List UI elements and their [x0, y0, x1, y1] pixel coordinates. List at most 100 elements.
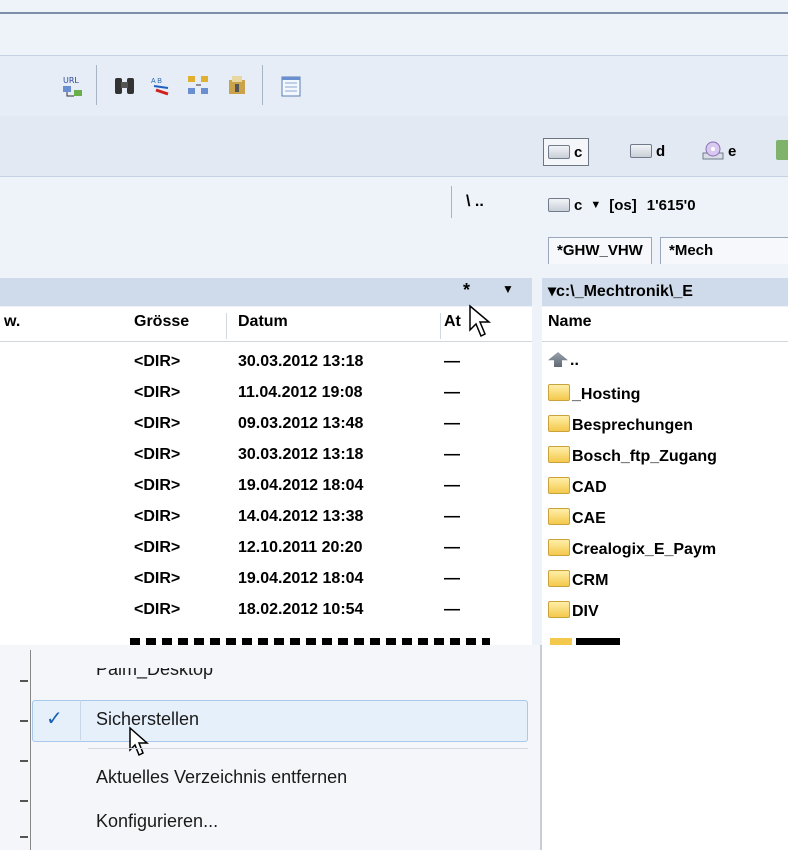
right-drive-combo[interactable]: c ▼ [os] 1'615'0 — [548, 192, 696, 218]
folder-tab[interactable]: *Mech — [660, 237, 788, 264]
folder-row[interactable]: CAE — [548, 508, 606, 530]
col-header-attr[interactable]: At — [444, 313, 461, 343]
multi-rename-icon[interactable]: A B — [150, 74, 176, 98]
row-attr[interactable]: — — [444, 568, 460, 590]
menu-icon-column-divider — [80, 700, 81, 740]
mouse-cursor-icon — [469, 304, 492, 338]
right-path[interactable]: ▾c:\_Mechtronik\_E — [548, 281, 693, 301]
row-date[interactable]: 09.03.2012 13:48 — [238, 413, 363, 435]
folder-row[interactable]: DIV — [548, 601, 599, 623]
svg-text:A B: A B — [151, 78, 162, 85]
tree-tick — [20, 720, 28, 722]
folder-name: DIV — [572, 603, 599, 620]
go-root-parent-buttons[interactable]: \ .. — [466, 193, 484, 211]
col-header-size[interactable]: Grösse — [134, 313, 189, 343]
row-size[interactable]: <DIR> — [134, 537, 180, 559]
menu-item-remove-directory[interactable]: Aktuelles Verzeichnis entfernen — [96, 767, 347, 788]
row-attr[interactable]: — — [444, 506, 460, 528]
row-date[interactable]: 11.04.2012 19:08 — [238, 382, 363, 404]
row-attr[interactable]: — — [444, 413, 460, 435]
drive-combo-value: c — [574, 196, 583, 214]
notepad-icon[interactable] — [278, 74, 304, 98]
row-size[interactable]: <DIR> — [134, 444, 180, 466]
tree-tick — [20, 836, 28, 838]
row-attr[interactable]: — — [444, 599, 460, 621]
path-separator — [451, 186, 452, 218]
row-date[interactable]: 14.04.2012 13:38 — [238, 506, 363, 528]
hard-drive-icon — [548, 198, 570, 212]
folder-name: _Hosting — [572, 386, 641, 403]
tree-line — [30, 650, 31, 850]
row-date[interactable]: 18.02.2012 10:54 — [238, 599, 363, 621]
row-attr[interactable]: — — [444, 444, 460, 466]
row-size[interactable]: <DIR> — [134, 382, 180, 404]
folder-row[interactable]: Bosch_ftp_Zugang — [548, 446, 717, 468]
folder-row[interactable]: CRM — [548, 570, 608, 592]
row-size[interactable]: <DIR> — [134, 351, 180, 373]
folder-icon — [548, 477, 570, 494]
row-size[interactable]: <DIR> — [134, 506, 180, 528]
folder-row[interactable]: Besprechungen — [548, 415, 693, 437]
drive-letter: c — [574, 143, 583, 161]
archive-pack-icon[interactable] — [224, 74, 250, 98]
col-header-ext[interactable]: w. — [4, 313, 20, 343]
chevron-down-icon: ▼ — [590, 199, 602, 211]
row-date[interactable]: 12.10.2011 20:20 — [238, 537, 363, 559]
folder-icon — [548, 415, 570, 432]
drive-letter: e — [728, 142, 737, 160]
right-file-list — [542, 307, 788, 645]
folder-tab[interactable]: *GHW_VHW — [548, 237, 652, 264]
row-attr[interactable]: — — [444, 537, 460, 559]
window-border — [0, 12, 788, 14]
row-attr[interactable]: — — [444, 382, 460, 404]
filter-star[interactable]: * — [463, 280, 470, 301]
svg-text:URL: URL — [63, 76, 79, 85]
menu-item-palm-desktop[interactable]: Palm_Desktop — [96, 668, 213, 686]
row-date[interactable]: 19.04.2012 18:04 — [238, 568, 363, 590]
drive-button-e[interactable]: e — [702, 138, 736, 164]
binoculars-search-icon[interactable] — [112, 74, 138, 98]
folder-name: CAD — [572, 479, 607, 496]
drive-letter: d — [656, 142, 666, 160]
drive-button-c[interactable]: c — [543, 138, 590, 166]
up-arrow-icon — [548, 352, 568, 367]
chevron-down-icon[interactable]: ▼ — [502, 282, 514, 296]
url-network-icon[interactable]: URL — [60, 74, 86, 98]
folder-icon — [548, 539, 570, 556]
hard-drive-icon — [548, 145, 570, 159]
folder-row[interactable]: CAD — [548, 477, 607, 499]
hard-drive-icon — [630, 144, 652, 158]
parent-dir-row[interactable]: .. — [548, 350, 579, 372]
folder-row[interactable]: Crealogix_E_Paym — [548, 539, 716, 561]
folder-row[interactable]: _Hosting — [548, 384, 640, 406]
row-size[interactable]: <DIR> — [134, 568, 180, 590]
menu-item-configure[interactable]: Konfigurieren... — [96, 811, 218, 832]
toolbar: URL A B — [0, 55, 788, 117]
row-date[interactable]: 19.04.2012 18:04 — [238, 475, 363, 497]
folder-icon — [548, 446, 570, 463]
sync-dirs-icon[interactable] — [186, 74, 212, 98]
row-size[interactable]: <DIR> — [134, 475, 180, 497]
row-date[interactable]: 30.03.2012 13:18 — [238, 444, 363, 466]
row-date[interactable]: 30.03.2012 13:18 — [238, 351, 363, 373]
folder-icon — [548, 508, 570, 525]
tree-tick — [20, 800, 28, 802]
parent-dir-label: .. — [570, 352, 579, 369]
col-header-name[interactable]: Name — [548, 313, 592, 343]
panel-divider[interactable] — [532, 278, 542, 645]
row-size[interactable]: <DIR> — [134, 599, 180, 621]
network-drive-icon[interactable] — [776, 140, 788, 160]
drive-button-d[interactable]: d — [630, 138, 665, 164]
cd-drive-icon — [702, 141, 724, 160]
col-header-date[interactable]: Datum — [238, 313, 288, 343]
checkmark-icon: ✓ — [46, 708, 63, 730]
folder-icon — [548, 384, 570, 401]
tree-tick — [20, 680, 28, 682]
folder-name: CRM — [572, 572, 609, 589]
row-size[interactable]: <DIR> — [134, 413, 180, 435]
tree-tick — [20, 760, 28, 762]
row-attr[interactable]: — — [444, 351, 460, 373]
folder-name: Besprechungen — [572, 417, 693, 434]
row-attr[interactable]: — — [444, 475, 460, 497]
free-space: 1'615'0 — [646, 196, 696, 214]
